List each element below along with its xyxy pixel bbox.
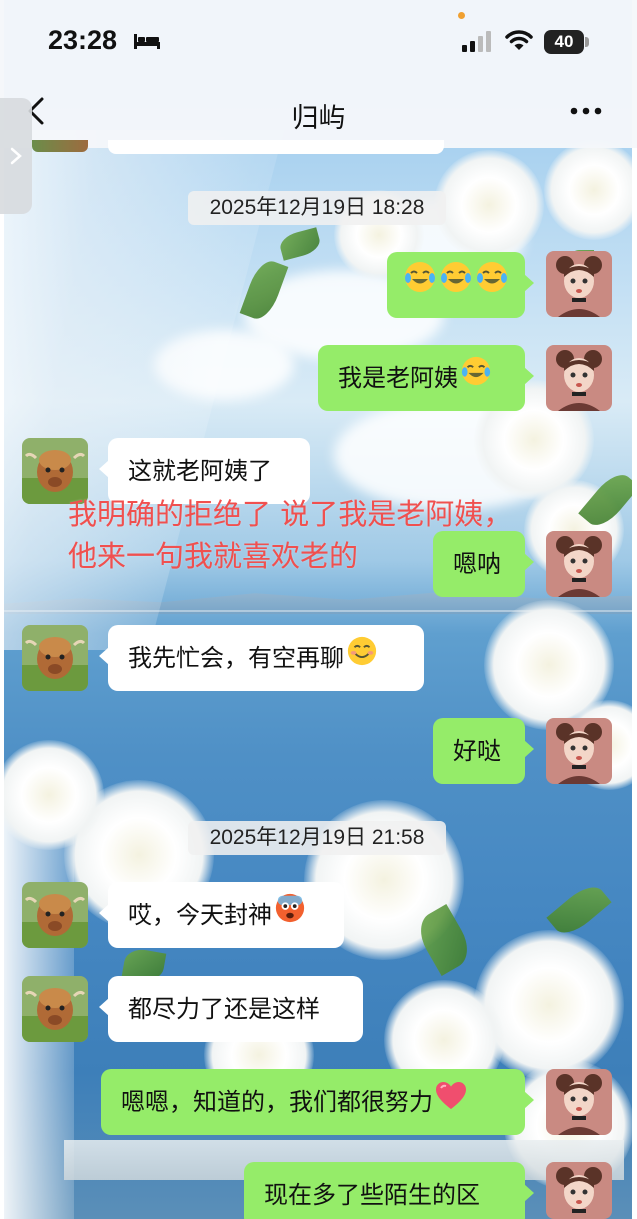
message-text: 我是老阿姨: [338, 364, 458, 392]
message-bubble-partial: [108, 140, 444, 154]
status-time: 23:28: [48, 25, 118, 55]
outgoing-message[interactable]: 嗯嗯，知道的，我们都很努力: [101, 1069, 534, 1136]
scared-face-emoji: [274, 883, 306, 949]
wifi-icon: [505, 30, 533, 50]
outgoing-message[interactable]: 我是老阿姨: [318, 345, 534, 412]
contact-avatar[interactable]: [22, 625, 88, 691]
message-text: 嗯嗯，知道的，我们都很努力: [121, 1088, 433, 1116]
my-avatar[interactable]: [546, 718, 612, 784]
incoming-message[interactable]: 哎，今天封神: [99, 882, 344, 949]
outgoing-message[interactable]: 嗯呐: [433, 531, 534, 597]
privacy-indicator-dot: [458, 12, 465, 19]
smiling-emoji: [346, 626, 378, 692]
contact-avatar[interactable]: [22, 882, 88, 948]
battery-icon: 40: [544, 30, 584, 54]
crying-laughing-emoji: [460, 346, 492, 412]
crying-laughing-emoji: [475, 253, 509, 319]
my-avatar[interactable]: [546, 531, 612, 597]
heart-emoji: [435, 1070, 467, 1136]
more-dots-icon[interactable]: [570, 106, 602, 116]
message-text: 哎，今天封神: [128, 901, 272, 929]
my-avatar[interactable]: [546, 251, 612, 317]
bed-icon: [134, 34, 160, 49]
message-text: 我先忙会，有空再聊: [128, 644, 344, 672]
battery-cap: [585, 37, 589, 47]
annotation-line-2: 他来一句我就喜欢老的: [68, 539, 359, 573]
contact-avatar[interactable]: [22, 976, 88, 1042]
outgoing-message[interactable]: 现在多了些陌生的区: [244, 1162, 534, 1219]
signal-icon: [462, 31, 491, 52]
my-avatar[interactable]: [546, 1162, 612, 1219]
incoming-message[interactable]: 我先忙会，有空再聊: [99, 625, 424, 692]
chat-title: 归屿: [291, 103, 346, 134]
outgoing-message[interactable]: 好哒: [433, 718, 534, 784]
my-avatar[interactable]: [546, 345, 612, 411]
message-timestamp: 2025年12月19日 18:28: [188, 191, 446, 225]
crying-laughing-emoji: [403, 253, 437, 319]
outgoing-message[interactable]: [387, 252, 534, 319]
crying-laughing-emoji: [439, 253, 473, 319]
chevron-right-icon: [10, 147, 22, 165]
annotation-line-1: 我明确的拒绝了 说了我是老阿姨，: [68, 497, 513, 531]
avatar-partial: [32, 140, 88, 152]
message-timestamp: 2025年12月19日 21:58: [188, 821, 446, 855]
incoming-message[interactable]: 都尽力了还是这样: [99, 976, 363, 1042]
my-avatar[interactable]: [546, 1069, 612, 1135]
